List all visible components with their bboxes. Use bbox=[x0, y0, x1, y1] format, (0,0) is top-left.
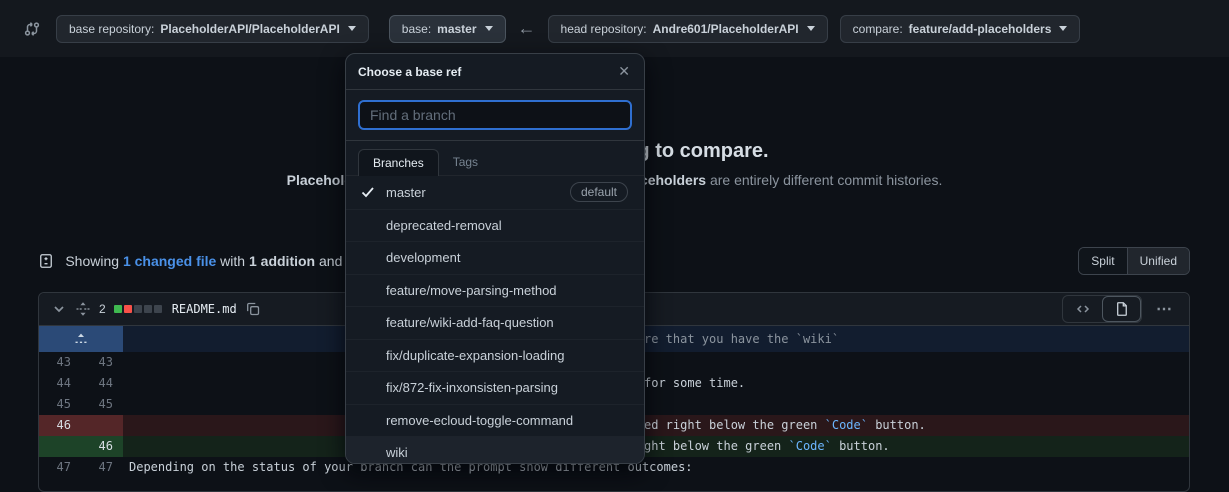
tab-branches[interactable]: Branches bbox=[358, 149, 439, 176]
base-repository-button[interactable]: base repository: PlaceholderAPI/Placehol… bbox=[56, 15, 369, 43]
new-line-number: 43 bbox=[81, 352, 123, 373]
file-options-kebab-icon[interactable]: ⋯ bbox=[1152, 299, 1177, 319]
diff-display-toggle bbox=[1062, 295, 1142, 323]
branch-name: remove-ecloud-toggle-command bbox=[386, 413, 573, 428]
base-ref-value: master bbox=[437, 22, 476, 36]
old-line-number: 44 bbox=[39, 373, 81, 394]
arrow-left-icon: ← bbox=[518, 18, 536, 39]
chevron-down-icon bbox=[348, 26, 356, 31]
branch-name: wiki bbox=[386, 445, 408, 460]
close-icon[interactable]: ✕ bbox=[614, 63, 634, 80]
file-name: README.md bbox=[172, 302, 237, 316]
chevron-down-icon bbox=[807, 26, 815, 31]
code-line: ### Fetch Changes from Upstream bbox=[123, 352, 1189, 373]
new-line-number: 46 bbox=[81, 436, 123, 457]
source-view-icon[interactable] bbox=[1063, 296, 1102, 322]
file-diff-icon bbox=[38, 221, 61, 301]
old-line-number: 47 bbox=[39, 457, 81, 478]
branch-item[interactable]: feature/move-parsing-method bbox=[346, 274, 644, 307]
compare-toolbar: base repository: PlaceholderAPI/Placehol… bbox=[0, 0, 1229, 57]
branch-name: feature/move-parsing-method bbox=[386, 283, 557, 298]
branch-item-master[interactable]: master default bbox=[346, 176, 644, 209]
additions-count: 1 addition bbox=[249, 253, 315, 269]
branch-name: feature/wiki-add-faq-question bbox=[386, 315, 554, 330]
collapse-file-chevron-icon[interactable] bbox=[51, 301, 67, 317]
branch-name: master bbox=[386, 185, 426, 200]
base-ref-button[interactable]: base: master bbox=[389, 15, 506, 43]
git-compare-icon bbox=[24, 21, 40, 37]
branch-item[interactable]: feature/wiki-add-faq-question bbox=[346, 306, 644, 339]
expand-all-icon[interactable] bbox=[75, 301, 91, 317]
branch-item[interactable]: fix/872-fix-inxonsisten-parsing bbox=[346, 371, 644, 404]
diffstat-deleted-square bbox=[124, 305, 132, 313]
changed-file-link[interactable]: 1 changed file bbox=[123, 253, 216, 269]
base-repository-value: PlaceholderAPI/PlaceholderAPI bbox=[160, 22, 339, 36]
diffstat-added-square bbox=[114, 305, 122, 313]
branch-list: master default deprecated-removal develo… bbox=[346, 176, 644, 463]
old-line-number: 43 bbox=[39, 352, 81, 373]
new-line-number: 44 bbox=[81, 373, 123, 394]
old-line-number bbox=[39, 436, 81, 457]
expand-hunk-button[interactable] bbox=[39, 326, 123, 352]
hunk-header-text: @@ -43,7 +43,7 @@ Before you re that you… bbox=[123, 326, 1189, 352]
chevron-down-icon bbox=[1059, 26, 1067, 31]
dropdown-title: Choose a base ref bbox=[358, 65, 461, 79]
branch-item[interactable]: fix/duplicate-expansion-loading bbox=[346, 339, 644, 372]
dropdown-filter bbox=[346, 90, 644, 141]
copy-path-icon[interactable] bbox=[245, 301, 261, 317]
find-branch-input[interactable] bbox=[358, 100, 632, 130]
base-ref-dropdown: Choose a base ref ✕ Branches Tags master… bbox=[345, 53, 645, 464]
unified-view-button[interactable]: Unified bbox=[1127, 248, 1189, 274]
branch-name: fix/872-fix-inxonsisten-parsing bbox=[386, 380, 558, 395]
dropdown-tabs: Branches Tags bbox=[346, 141, 644, 176]
file-changes-count: 2 bbox=[99, 302, 106, 316]
branch-name: development bbox=[386, 250, 460, 265]
branch-item[interactable]: remove-ecloud-toggle-command bbox=[346, 404, 644, 437]
code-line-added: + While you're on the `wiki` br ght belo… bbox=[123, 436, 1189, 457]
code-line bbox=[123, 394, 1189, 415]
split-view-button[interactable]: Split bbox=[1079, 248, 1126, 274]
compare-ref-value: feature/add-placeholders bbox=[909, 22, 1052, 36]
old-line-number: 46 bbox=[39, 415, 81, 436]
branch-name: fix/duplicate-expansion-loading bbox=[386, 348, 565, 363]
branch-name: deprecated-removal bbox=[386, 218, 502, 233]
rich-diff-icon[interactable] bbox=[1102, 296, 1141, 322]
diffstat-neutral-square bbox=[134, 305, 142, 313]
code-line: This is only required when yo for some t… bbox=[123, 373, 1189, 394]
compare-ref-label: compare: bbox=[853, 22, 903, 36]
code-line: Depending on the status of your branch c… bbox=[123, 457, 1189, 478]
branch-item[interactable]: deprecated-removal bbox=[346, 209, 644, 242]
new-line-number: 45 bbox=[81, 394, 123, 415]
head-repository-label: head repository: bbox=[561, 22, 647, 36]
old-line-number: 45 bbox=[39, 394, 81, 415]
diffstat-neutral-square bbox=[144, 305, 152, 313]
base-repository-label: base repository: bbox=[69, 22, 154, 36]
dropdown-header: Choose a base ref ✕ bbox=[346, 54, 644, 90]
check-icon bbox=[360, 184, 386, 200]
default-badge: default bbox=[570, 182, 628, 202]
tab-tags[interactable]: Tags bbox=[439, 149, 492, 175]
base-ref-label: base: bbox=[402, 22, 431, 36]
head-repository-value: Andre601/PlaceholderAPI bbox=[653, 22, 799, 36]
head-repository-button[interactable]: head repository: Andre601/PlaceholderAPI bbox=[548, 15, 828, 43]
diffstat-neutral-square bbox=[154, 305, 162, 313]
branch-item-wiki[interactable]: wiki bbox=[346, 436, 644, 463]
new-line-number: 47 bbox=[81, 457, 123, 478]
diff-view-toggle: Split Unified bbox=[1078, 247, 1190, 275]
diffstat-squares bbox=[114, 305, 162, 313]
chevron-down-icon bbox=[485, 26, 493, 31]
compare-ref-button[interactable]: compare: feature/add-placeholders bbox=[840, 15, 1081, 43]
new-line-number bbox=[81, 415, 123, 436]
code-line-deleted: - While you're on the `wiki` br ed right… bbox=[123, 415, 1189, 436]
branch-item[interactable]: development bbox=[346, 241, 644, 274]
